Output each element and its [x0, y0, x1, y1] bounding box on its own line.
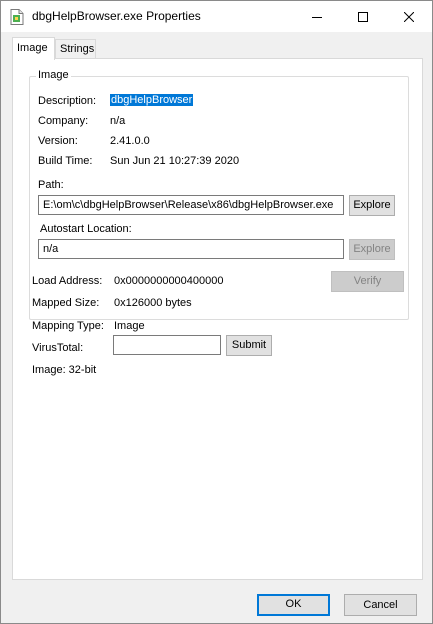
properties-window: dbgHelpBrowser.exe Properties Image Stri…: [0, 0, 433, 624]
path-label: Path:: [38, 179, 64, 191]
virustotal-field[interactable]: [113, 335, 221, 355]
build-time-value[interactable]: Sun Jun 21 10:27:39 2020: [110, 155, 239, 167]
mapped-size-label: Mapped Size:: [32, 297, 100, 309]
build-time-label: Build Time:: [38, 155, 93, 167]
tab-panel-image: Image Description: dbgHelpBrowser Compan…: [12, 58, 423, 580]
description-value[interactable]: dbgHelpBrowser: [110, 94, 194, 106]
window-title: dbgHelpBrowser.exe Properties: [32, 9, 201, 23]
image-group-legend: Image: [36, 69, 71, 81]
virustotal-label: VirusTotal:: [32, 342, 84, 354]
autostart-label: Autostart Location:: [40, 223, 132, 235]
title-bar[interactable]: dbgHelpBrowser.exe Properties: [1, 1, 432, 32]
path-field[interactable]: E:\om\c\dbgHelpBrowser\Release\x86\dbgHe…: [38, 195, 344, 215]
load-address-label: Load Address:: [32, 275, 103, 287]
verify-button[interactable]: Verify: [331, 271, 404, 292]
cancel-button[interactable]: Cancel: [344, 594, 417, 616]
ok-button[interactable]: OK: [257, 594, 330, 616]
autostart-field[interactable]: n/a: [38, 239, 344, 259]
minimize-button[interactable]: [294, 1, 340, 32]
company-value[interactable]: n/a: [110, 115, 125, 127]
close-button[interactable]: [386, 1, 432, 32]
version-value[interactable]: 2.41.0.0: [110, 135, 150, 147]
tab-strings[interactable]: Strings: [55, 39, 96, 59]
submit-button[interactable]: Submit: [226, 335, 272, 356]
tab-image[interactable]: Image: [12, 37, 55, 60]
mapping-type-label: Mapping Type:: [32, 320, 104, 332]
mapping-type-value[interactable]: Image: [114, 320, 145, 332]
version-label: Version:: [38, 135, 78, 147]
mapped-size-value[interactable]: 0x126000 bytes: [114, 297, 192, 309]
app-file-icon: [10, 9, 24, 25]
image-bits-text: Image: 32-bit: [32, 364, 97, 376]
description-label: Description:: [38, 95, 97, 107]
close-icon: [404, 11, 414, 22]
maximize-button[interactable]: [340, 1, 386, 32]
minimize-icon: [312, 16, 322, 18]
maximize-icon: [358, 11, 368, 22]
company-label: Company:: [38, 115, 89, 127]
load-address-value[interactable]: 0x0000000000400000: [114, 275, 224, 287]
path-explore-button[interactable]: Explore: [349, 195, 395, 216]
autostart-explore-button[interactable]: Explore: [349, 239, 395, 260]
